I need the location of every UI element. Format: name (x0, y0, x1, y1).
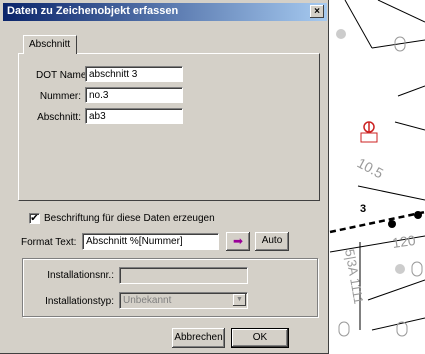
nummer-input[interactable]: no.3 (85, 87, 183, 103)
format-text-label: Format Text: (21, 237, 77, 248)
cancel-button[interactable]: Abbrechen (172, 328, 225, 348)
object-data-dialog: Daten zu Zeichenobjekt erfassen × Abschn… (0, 0, 329, 354)
map-label-3: 3 (360, 203, 366, 215)
dialog-title: Daten zu Zeichenobjekt erfassen (7, 5, 179, 17)
dot-name-label: DOT Name: (36, 70, 90, 81)
installationstyp-select[interactable]: Unbekannt ▼ (119, 292, 248, 309)
installationstyp-value: Unbekannt (123, 295, 172, 306)
abschnitt-label: Abschnitt: (37, 112, 81, 123)
auto-button[interactable]: Auto (255, 232, 289, 251)
installationsnr-input[interactable] (119, 267, 248, 284)
beschriftung-label: Beschriftung für diese Daten erzeugen (44, 213, 215, 224)
insert-arrow-icon[interactable]: ➡ (226, 232, 250, 251)
chevron-down-icon[interactable]: ▼ (233, 294, 246, 306)
ok-button[interactable]: OK (231, 328, 289, 348)
tab-abschnitt[interactable]: Abschnitt (23, 35, 77, 54)
beschriftung-checkbox[interactable]: ✔ (29, 213, 40, 224)
tab-abschnitt-label: Abschnitt (29, 39, 71, 50)
installationstyp-label: Installationstyp: (45, 296, 114, 307)
installationsnr-label: Installationsnr.: (47, 270, 114, 281)
format-text-input[interactable]: Abschnitt %[Nummer] (82, 233, 219, 250)
close-icon[interactable]: × (310, 5, 324, 18)
abschnitt-input[interactable]: ab3 (85, 108, 183, 124)
nummer-label: Nummer: (39, 91, 81, 102)
dot-name-input[interactable]: abschnitt 3 (85, 66, 183, 82)
dialog-titlebar[interactable]: Daten zu Zeichenobjekt erfassen × (3, 3, 327, 21)
map-label-120: 120 (391, 232, 417, 251)
